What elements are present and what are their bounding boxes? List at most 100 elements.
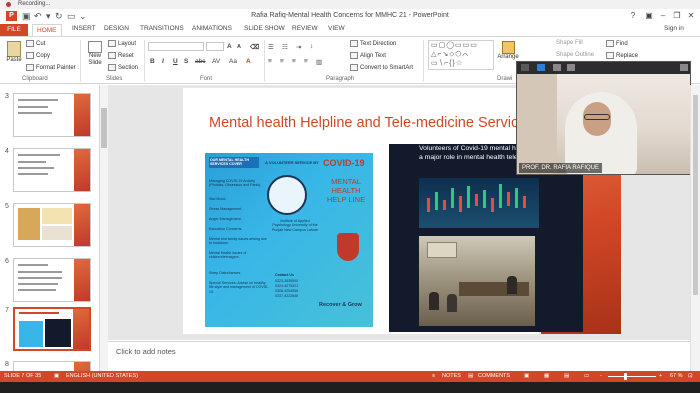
slide-thumbnail-6[interactable]: [13, 258, 91, 302]
editor-scrollbar[interactable]: [690, 85, 700, 371]
align-right-icon[interactable]: ≡: [292, 58, 296, 65]
numbering-icon[interactable]: ☷: [282, 43, 288, 51]
convert-smartart-button[interactable]: Convert to SmartArt: [350, 64, 413, 71]
find-label: Find: [616, 41, 628, 48]
columns-icon[interactable]: ▥: [316, 58, 322, 66]
notes-pane[interactable]: [108, 341, 690, 371]
grow-font-button[interactable]: A: [227, 43, 232, 50]
slide-thumbnail-4[interactable]: [13, 148, 91, 192]
shrink-font-button[interactable]: A: [237, 44, 241, 50]
taskbar: [0, 382, 700, 393]
tab-view[interactable]: VIEW: [328, 25, 345, 32]
shape-fill-button[interactable]: Shape Fill: [556, 40, 583, 46]
comments-button[interactable]: COMMENTS: [478, 373, 510, 379]
clear-format-icon[interactable]: ⌫: [250, 43, 259, 51]
thumbnail-scrollbar-thumb[interactable]: [101, 108, 107, 148]
reading-view-icon[interactable]: ▤: [564, 373, 569, 379]
tab-slide-show[interactable]: SLIDE SHOW: [244, 25, 285, 32]
font-size-combo[interactable]: [206, 42, 224, 51]
restore-button[interactable]: ❐: [670, 10, 684, 22]
format-painter-button[interactable]: Format Painter: [26, 64, 76, 71]
bullets-icon[interactable]: ☰: [268, 43, 274, 51]
tab-animations[interactable]: ANIMATIONS: [192, 25, 232, 32]
replace-button[interactable]: Replace: [606, 52, 638, 59]
expand-icon[interactable]: [680, 64, 688, 71]
tab-review[interactable]: REVIEW: [292, 25, 318, 32]
bold-button[interactable]: B: [150, 58, 155, 65]
grid-icon[interactable]: [553, 64, 561, 71]
char-spacing-button[interactable]: AV: [212, 58, 220, 65]
slide-thumbnail-5[interactable]: [13, 203, 91, 247]
editor-scrollbar-thumb[interactable]: [693, 95, 698, 295]
strikethrough-button[interactable]: abc: [195, 58, 205, 65]
slideshow-view-icon[interactable]: ▭: [584, 373, 589, 379]
zoom-in-button[interactable]: +: [659, 373, 662, 379]
layout-button[interactable]: Layout: [108, 40, 136, 47]
help-button[interactable]: ?: [626, 10, 640, 22]
cut-button[interactable]: Cut: [26, 40, 45, 47]
arrange-button[interactable]: Arrange: [497, 41, 519, 60]
presenter-name-label: PROF. DR. RAFIA RAFIQUE: [519, 163, 603, 173]
gallery-icon[interactable]: [567, 64, 575, 71]
ribbon-display-icon[interactable]: ▣: [642, 10, 656, 22]
section-button[interactable]: Section: [108, 64, 138, 71]
align-center-icon[interactable]: ≡: [280, 58, 284, 65]
underline-button[interactable]: U: [173, 58, 178, 65]
video-icon[interactable]: [537, 64, 545, 71]
tab-design[interactable]: DESIGN: [104, 25, 129, 32]
reset-button[interactable]: Reset: [108, 52, 134, 59]
font-color-icon[interactable]: A: [246, 58, 251, 65]
font-name-combo[interactable]: [148, 42, 204, 51]
sign-in-link[interactable]: Sign in: [664, 25, 684, 32]
new-slide-button[interactable]: New Slide: [84, 41, 106, 67]
slide-thumbnail-7-selected[interactable]: [13, 307, 91, 351]
close-button[interactable]: ✕: [684, 10, 698, 22]
copy-button[interactable]: Copy: [26, 52, 50, 59]
layout-label: Layout: [118, 41, 137, 48]
find-button[interactable]: Find: [606, 40, 628, 47]
normal-view-icon[interactable]: ▣: [524, 373, 529, 379]
shadow-button[interactable]: S: [184, 58, 188, 65]
paste-button[interactable]: Paste: [3, 41, 25, 63]
text-direction-button[interactable]: Text Direction: [350, 40, 396, 47]
justify-icon[interactable]: ≡: [304, 58, 308, 65]
indent-icon[interactable]: ⇥: [296, 43, 301, 51]
institute-seal-icon: [267, 175, 307, 215]
zoom-slider[interactable]: [608, 376, 656, 377]
tab-file[interactable]: FILE: [0, 24, 28, 36]
shape-outline-button[interactable]: Shape Outline: [556, 52, 594, 58]
arrange-label: Arrange: [497, 54, 519, 60]
comments-icon[interactable]: ▤: [468, 373, 473, 379]
copy-label: Copy: [36, 53, 51, 60]
notes-icon[interactable]: ≡: [432, 373, 435, 379]
slide-thumbnail-8[interactable]: [13, 361, 91, 371]
pin-icon[interactable]: [521, 64, 529, 71]
language-label[interactable]: ENGLISH (UNITED STATES): [66, 373, 138, 379]
slide-title[interactable]: Mental health Helpline and Tele-medicine…: [209, 114, 539, 132]
find-icon: [606, 40, 614, 47]
align-left-icon[interactable]: ≡: [268, 58, 272, 65]
zoom-out-button[interactable]: -: [600, 373, 602, 379]
slide-sorter-icon[interactable]: ▦: [544, 373, 549, 379]
minimize-button[interactable]: –: [656, 10, 670, 22]
change-case-button[interactable]: Aa: [229, 58, 237, 65]
webcam-overlay[interactable]: PROF. DR. RAFIA RAFIQUE: [516, 61, 691, 175]
spellcheck-icon[interactable]: ▣: [54, 373, 59, 379]
helpline-poster-image[interactable]: OUR MENTAL HEALTH SERVICES COVER A VOLUN…: [205, 153, 373, 327]
shapes-gallery[interactable]: ▭▢◯▭▭▭ △⌐↘⬦⬡⌒ ▭∖⌐{}☆: [428, 40, 494, 70]
line-spacing-icon[interactable]: ↕: [310, 43, 313, 50]
replace-label: Replace: [616, 53, 639, 60]
slide-thumbnail-3[interactable]: [13, 93, 91, 137]
tab-home[interactable]: HOME: [32, 24, 62, 36]
notes-button[interactable]: NOTES: [442, 373, 461, 379]
scissors-icon: [26, 40, 34, 47]
tab-insert[interactable]: INSERT: [72, 25, 96, 32]
poster-item: Special Services: Advise on healthy life…: [209, 281, 269, 294]
tab-transitions[interactable]: TRANSITIONS: [140, 25, 184, 32]
fit-slide-icon[interactable]: ⊡: [688, 373, 693, 379]
align-text-button[interactable]: Align Text: [350, 52, 386, 59]
italic-button[interactable]: I: [162, 58, 164, 65]
zoom-level[interactable]: 67 %: [670, 373, 683, 379]
zoom-slider-knob[interactable]: [624, 373, 627, 380]
notes-placeholder[interactable]: Click to add notes: [116, 347, 176, 356]
